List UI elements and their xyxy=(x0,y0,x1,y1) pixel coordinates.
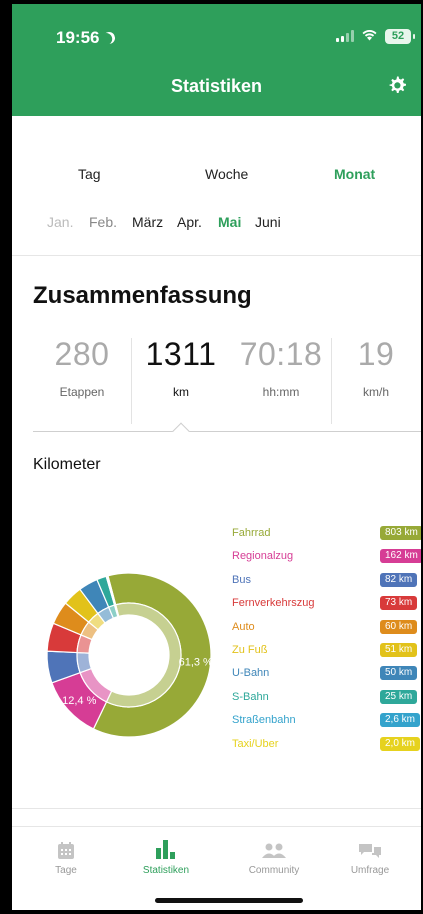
kilometer-donut-chart[interactable]: 61,3 % 12,4 % xyxy=(44,570,214,740)
tabbar-label: Statistiken xyxy=(142,865,190,876)
wifi-icon xyxy=(361,28,378,44)
donut-inner-band-bus xyxy=(76,651,93,674)
legend-item-auto: Auto 60 km xyxy=(232,618,423,641)
month-selector: Jan. Feb. März Apr. Mai Juni xyxy=(12,214,421,236)
month-jan[interactable]: Jan. xyxy=(47,214,73,230)
stat-label: km xyxy=(173,385,189,399)
stat-km[interactable]: 1311 km xyxy=(131,336,231,428)
stat-hhmm[interactable]: 70:18 hh:mm xyxy=(231,336,331,428)
content-divider xyxy=(12,808,421,809)
stats-underline xyxy=(33,431,421,432)
legend-label: Auto xyxy=(232,620,255,633)
legend-label: Regionalzug xyxy=(232,550,294,563)
device-frame-bottom xyxy=(0,910,423,914)
legend-item-fernverkehrszug: Fernverkehrszug 73 km xyxy=(232,594,423,617)
app-screen: 19:56 52 Statistiken Tag Woche Monat Jan… xyxy=(0,0,423,914)
stat-value: 19 xyxy=(357,336,395,372)
chart-title: Kilometer xyxy=(33,456,101,473)
moon-icon xyxy=(102,30,117,45)
battery-icon: 52 xyxy=(385,28,415,44)
month-maerz[interactable]: März xyxy=(132,214,163,230)
stat-value: 70:18 xyxy=(239,336,323,372)
legend-label: Zu Fuß xyxy=(232,643,268,656)
chat-bubbles-icon xyxy=(320,837,420,859)
stat-value: 280 xyxy=(54,336,110,372)
legend-item-zu-fuss: Zu Fuß 51 km xyxy=(232,641,423,664)
chart-legend: Fahrrad 803 km Regionalzug 162 km Bus 82 km Fe… xyxy=(232,524,423,758)
tab-monat[interactable]: Monat xyxy=(334,166,375,182)
tab-woche[interactable]: Woche xyxy=(205,166,248,182)
app-header: 19:56 52 Statistiken xyxy=(12,0,421,116)
page-title: Statistiken xyxy=(170,76,263,96)
legend-value-badge: 2,0 km xyxy=(380,736,421,751)
calendar-icon xyxy=(16,837,116,859)
legend-label: Fahrrad xyxy=(232,527,271,539)
legend-item-u-bahn: U-Bahn 50 km xyxy=(232,664,423,687)
legend-value-badge: 60 km xyxy=(380,619,418,634)
bar-chart-icon xyxy=(116,837,216,859)
tabbar-item-tage[interactable]: Tage xyxy=(16,837,116,876)
legend-item-regionalzug: Regionalzug 162 km xyxy=(232,547,423,570)
stat-label: km/h xyxy=(362,385,389,399)
donut-percent-label-regionalzug: 12,4 % xyxy=(62,695,96,707)
month-juni[interactable]: Juni xyxy=(255,214,281,230)
legend-label: Straßenbahn xyxy=(232,714,296,727)
legend-label: Taxi/Uber xyxy=(232,737,279,750)
legend-value-badge: 2,6 km xyxy=(380,713,421,728)
month-mai[interactable]: Mai xyxy=(218,214,241,230)
tabbar-label: Tage xyxy=(55,865,77,876)
legend-value-badge: 25 km xyxy=(380,689,418,704)
donut-percent-label-fahrrad: 61,3 % xyxy=(179,656,213,668)
signal-icon xyxy=(336,30,354,42)
month-apr[interactable]: Apr. xyxy=(177,214,202,230)
legend-label: Fernverkehrszug xyxy=(232,597,315,610)
status-bar: 19:56 52 xyxy=(12,22,421,48)
gear-icon[interactable] xyxy=(385,74,409,98)
tab-tag[interactable]: Tag xyxy=(78,166,101,182)
tabbar-label: Umfrage xyxy=(350,865,390,876)
legend-value-badge: 162 km xyxy=(380,549,423,564)
status-icons: 52 xyxy=(336,28,415,44)
months-divider xyxy=(12,255,421,256)
legend-item-s-bahn: S-Bahn 25 km xyxy=(232,688,423,711)
legend-value-badge: 51 km xyxy=(380,642,418,657)
legend-value-badge: 82 km xyxy=(380,572,418,587)
summary-title: Zusammenfassung xyxy=(33,282,252,309)
device-frame-left xyxy=(0,0,12,914)
period-tabs: Tag Woche Monat xyxy=(12,166,421,196)
legend-value-badge: 803 km xyxy=(380,526,423,540)
stat-etappen[interactable]: 280 Etappen xyxy=(33,336,131,428)
stat-value: 1311 xyxy=(145,336,217,372)
summary-stats: 280 Etappen 1311 km 70:18 hh:mm 19 km/h xyxy=(33,336,421,432)
stat-kmh[interactable]: 19 km/h xyxy=(331,336,421,428)
home-indicator xyxy=(155,898,303,903)
status-time-text: 19:56 xyxy=(56,28,100,47)
legend-label: S-Bahn xyxy=(232,690,269,703)
legend-item-fahrrad: Fahrrad 803 km xyxy=(232,524,423,547)
legend-label: U-Bahn xyxy=(232,667,270,680)
tabbar-item-statistiken[interactable]: Statistiken xyxy=(116,837,216,876)
legend-item-strassenbahn: Straßenbahn 2,6 km xyxy=(232,711,423,734)
legend-label: Bus xyxy=(232,573,251,586)
stat-label: Etappen xyxy=(59,385,105,399)
legend-item-taxi-uber: Taxi/Uber 2,0 km xyxy=(232,735,423,758)
tabbar-item-community[interactable]: Community xyxy=(224,837,324,876)
legend-value-badge: 73 km xyxy=(380,596,418,611)
stat-label: hh:mm xyxy=(262,385,300,399)
month-feb[interactable]: Feb. xyxy=(89,214,117,230)
tab-bar: Tage Statistiken Community Umfrage xyxy=(12,826,421,882)
tabbar-item-umfrage[interactable]: Umfrage xyxy=(320,837,420,876)
tabbar-label: Community xyxy=(248,865,300,876)
device-frame-top xyxy=(0,0,423,4)
legend-value-badge: 50 km xyxy=(380,666,418,681)
status-time: 19:56 xyxy=(56,28,115,48)
legend-item-bus: Bus 82 km xyxy=(232,571,423,594)
community-icon xyxy=(224,837,324,859)
